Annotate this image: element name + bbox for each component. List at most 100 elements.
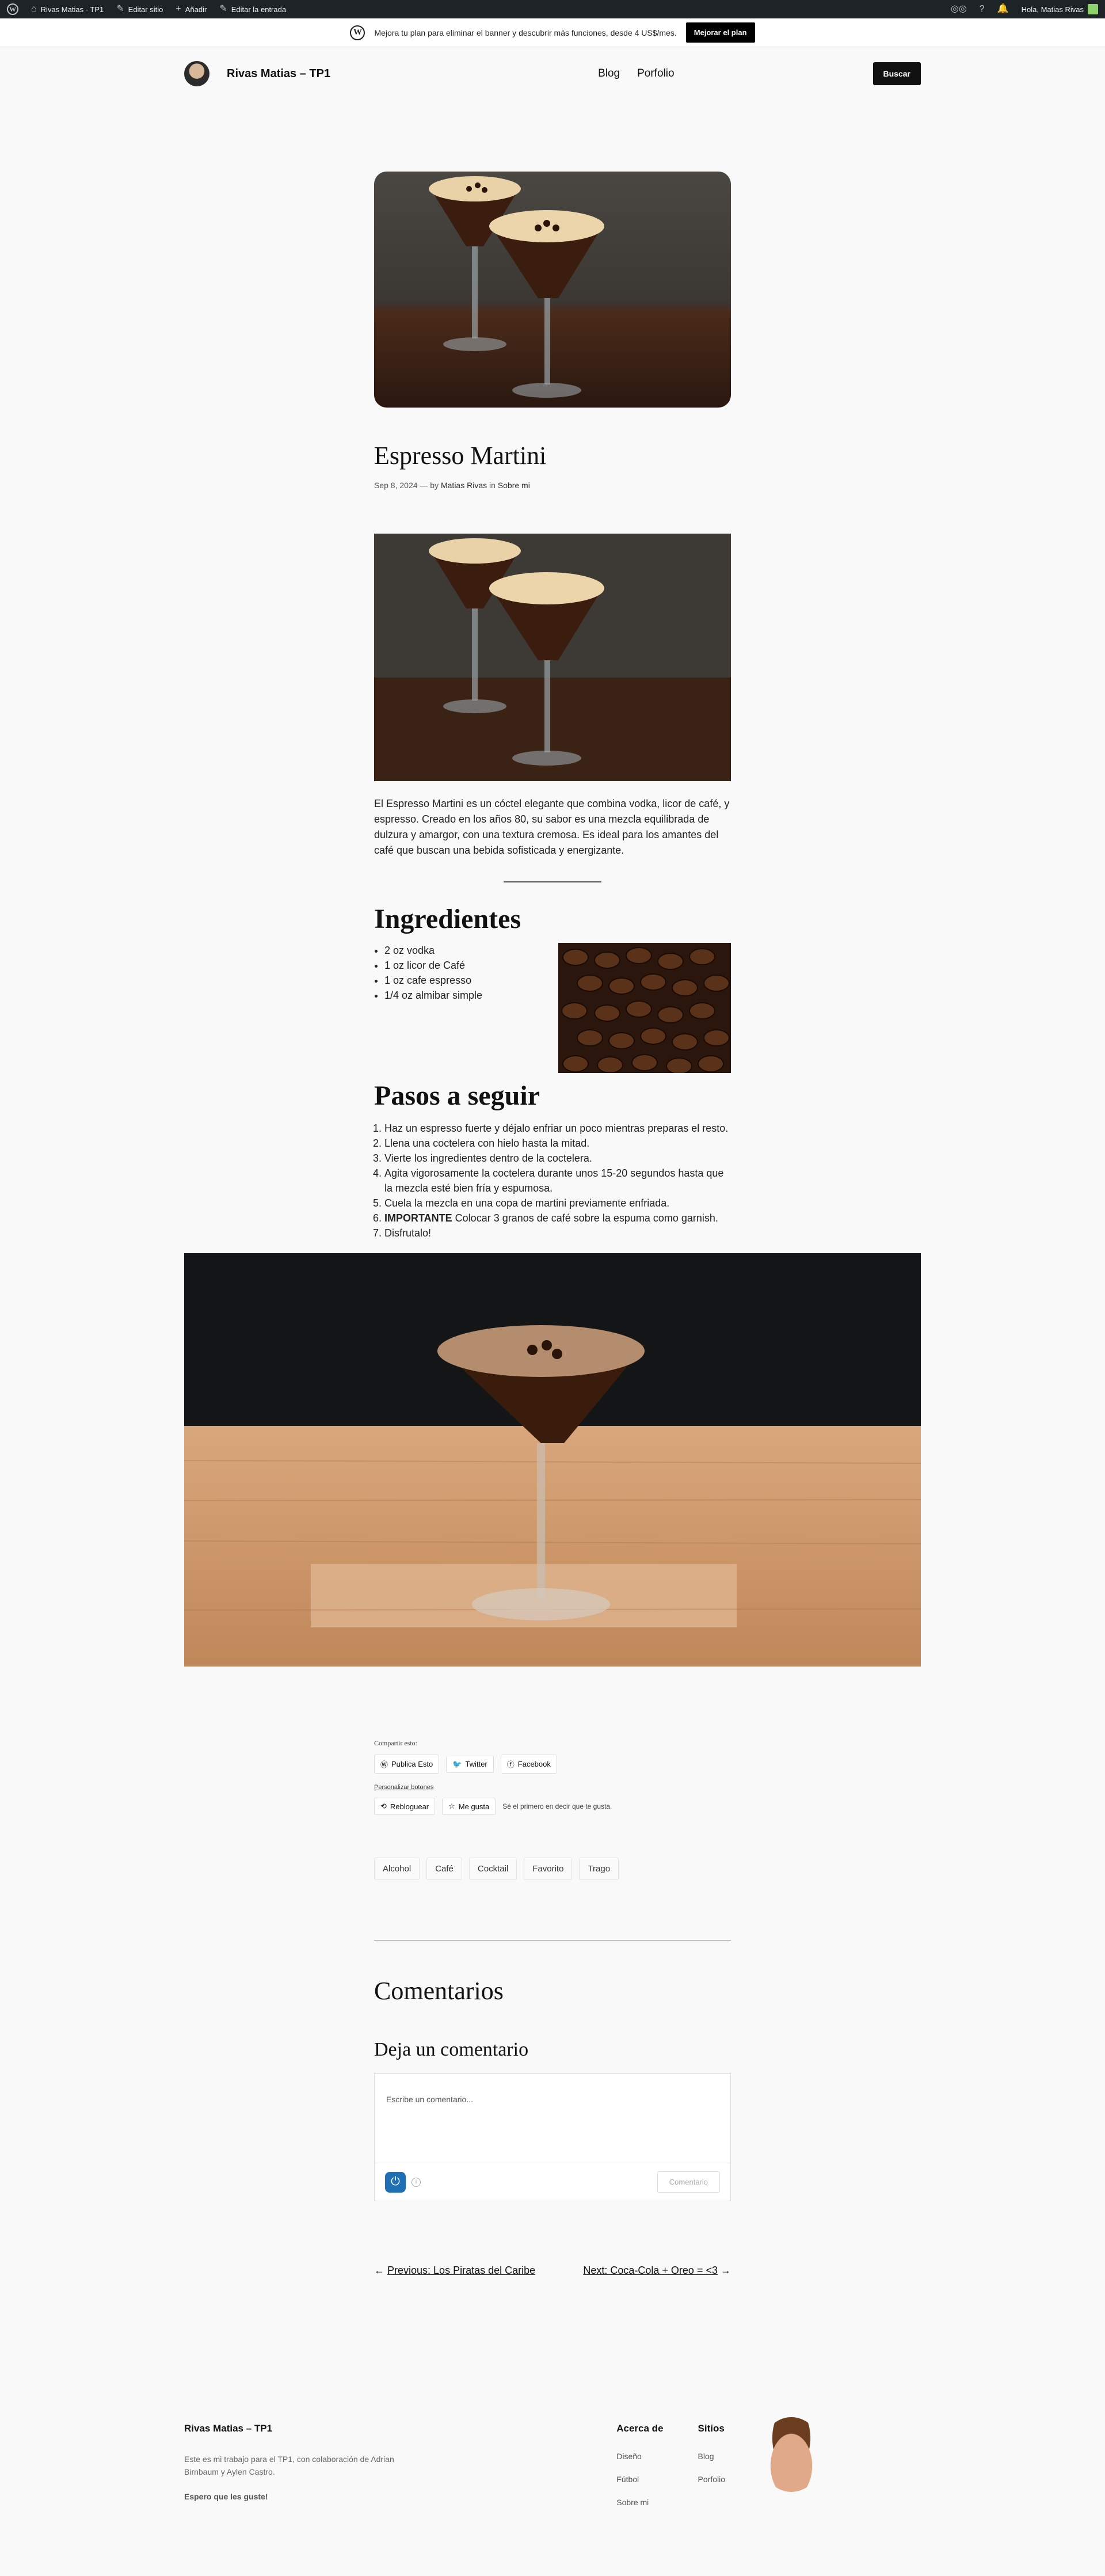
list-item: Agita vigorosamente la coctelera durante… — [384, 1166, 731, 1196]
search-button[interactable]: Buscar — [872, 62, 921, 85]
edit-site-label: Editar sitio — [128, 5, 163, 14]
submit-comment-button[interactable]: Comentario — [657, 2171, 720, 2193]
footer-link-porfolio[interactable]: Porfolio — [698, 2475, 725, 2484]
edit-post-link[interactable]: ✎ Editar la entrada — [219, 5, 286, 14]
brush-icon: ✎ — [116, 4, 124, 14]
post-intro: El Espresso Martini es un cóctel elegant… — [374, 798, 730, 856]
account-menu[interactable]: Hola, Matias Rivas — [1022, 4, 1098, 14]
twitter-icon: 🐦 — [452, 1759, 462, 1768]
list-item: Haz un espresso fuerte y déjalo enfriar … — [384, 1121, 731, 1136]
pencil-icon: ✎ — [219, 4, 227, 14]
post-meta: Sep 8, 2024 — by Matias Rivas in Sobre m… — [374, 481, 731, 490]
wordpress-logo-icon[interactable]: W — [7, 3, 18, 15]
wordpress-icon: Ⓦ — [380, 1760, 388, 1769]
home-icon: ⌂ — [31, 4, 37, 14]
post-content: Espresso Martini Sep 8, 2024 — by Matias… — [374, 172, 731, 1241]
footer-title[interactable]: Rivas Matias – TP1 — [184, 2423, 414, 2434]
nav-item-blog[interactable]: Blog — [598, 67, 620, 80]
steps-list: Haz un espresso fuerte y déjalo enfriar … — [374, 1121, 731, 1241]
tag-alcohol[interactable]: Alcohol — [374, 1858, 420, 1880]
post-author[interactable]: Matias Rivas — [441, 481, 487, 490]
info-icon[interactable]: i — [411, 2177, 421, 2187]
previous-post-link[interactable]: ← Previous: Los Piratas del Caribe — [374, 2265, 535, 2277]
steps-heading: Pasos a seguir — [374, 1080, 540, 1111]
comment-input-placeholder[interactable]: Escribe un comentario... — [386, 2095, 473, 2104]
site-footer: Rivas Matias – TP1 Este es mi trabajo pa… — [184, 2417, 921, 2521]
footer-link-futbol[interactable]: Fútbol — [616, 2475, 663, 2484]
page-bottom-spacer — [0, 2521, 1105, 2567]
list-item: 1 oz cafe espresso — [384, 973, 482, 988]
coffee-beans-image — [558, 943, 731, 1073]
tag-cafe[interactable]: Café — [426, 1858, 462, 1880]
plus-icon: + — [176, 4, 181, 14]
tag-list: Alcohol Café Cocktail Favorito Trago — [374, 1858, 731, 1880]
share-facebook-button[interactable]: ⓕ Facebook — [500, 1755, 557, 1774]
comment-form[interactable]: Escribe un comentario... ⏻ i Comentario — [374, 2073, 731, 2201]
banner-text: Mejora tu plan para eliminar el banner y… — [374, 28, 677, 37]
separator — [504, 881, 601, 882]
reader-icon[interactable]: ◎◎ — [951, 5, 967, 14]
list-item: 2 oz vodka — [384, 943, 482, 958]
wordpress-logo-icon: W — [350, 25, 365, 40]
admin-bar: W ⌂ Rivas Matias - TP1 ✎ Editar sitio + … — [0, 0, 1105, 18]
ingredients-list: 2 oz vodka 1 oz licor de Café 1 oz cafe … — [374, 943, 482, 1073]
important-label: IMPORTANTE — [384, 1212, 452, 1224]
footer-link-diseno[interactable]: Diseño — [616, 2452, 663, 2461]
share-label: Compartir esto: — [374, 1739, 417, 1747]
share-label-text: Facebook — [517, 1760, 551, 1768]
list-item: Disfrutalo! — [384, 1226, 731, 1241]
footer-col-sitios: Sitios Blog Porfolio — [698, 2423, 725, 2521]
footer-description: Este es mi trabajo para el TP1, con cola… — [184, 2455, 394, 2476]
site-logo[interactable] — [184, 61, 209, 86]
share-section: Compartir esto: Ⓦ Publica Esto 🐦 Twitter ⓕ… — [374, 1739, 731, 2277]
edit-site-link[interactable]: ✎ Editar sitio — [116, 5, 163, 14]
post-title: Espresso Martini — [374, 442, 547, 470]
featured-image — [374, 172, 731, 408]
list-item: Cuela la mezcla en una copa de martini p… — [384, 1196, 731, 1211]
admin-site-link[interactable]: ⌂ Rivas Matias - TP1 — [31, 5, 104, 14]
next-post-label: Next: Coca-Cola + Oreo = <3 — [583, 2265, 718, 2276]
share-publicize-button[interactable]: Ⓦ Publica Esto — [374, 1755, 440, 1774]
nav-item-porfolio[interactable]: Porfolio — [637, 67, 674, 80]
espresso-martini-photo-2 — [374, 534, 731, 781]
espresso-martini-photo — [374, 172, 731, 408]
like-label: Me gusta — [458, 1802, 490, 1811]
post-navigation: ← Previous: Los Piratas del Caribe Next:… — [374, 2265, 731, 2277]
ingredients-block: 2 oz vodka 1 oz licor de Café 1 oz cafe … — [374, 943, 731, 1073]
star-icon: ☆ — [448, 1802, 455, 1810]
leave-comment-heading: Deja un comentario — [374, 2039, 529, 2060]
tag-favorito[interactable]: Favorito — [524, 1858, 573, 1880]
notifications-bell-icon[interactable]: 🔔 — [997, 5, 1009, 14]
add-new-label: Añadir — [185, 5, 207, 14]
greeting-text: Hola, Matias Rivas — [1021, 5, 1084, 14]
add-new-link[interactable]: + Añadir — [176, 5, 207, 14]
next-post-link[interactable]: Next: Coca-Cola + Oreo = <3 → — [583, 2265, 731, 2277]
footer-link-blog[interactable]: Blog — [698, 2452, 725, 2461]
list-item: Vierte los ingredientes dentro de la coc… — [384, 1151, 731, 1166]
share-twitter-button[interactable]: 🐦 Twitter — [446, 1755, 494, 1773]
post-date[interactable]: Sep 8, 2024 — [374, 481, 418, 490]
site-header: Rivas Matias – TP1 Blog Porfolio Buscar — [184, 47, 921, 100]
list-item: IMPORTANTE Colocar 3 granos de café sobr… — [384, 1211, 731, 1226]
facebook-icon: ⓕ — [506, 1760, 515, 1769]
site-title[interactable]: Rivas Matias – TP1 — [227, 67, 330, 81]
customize-buttons-link[interactable]: Personalizar botones — [374, 1784, 731, 1791]
power-icon[interactable]: ⏻ — [385, 2171, 406, 2193]
reblog-label: Rebloguear — [390, 1802, 429, 1811]
footer-col-acerca: Acerca de Diseño Fútbol Sobre mi — [616, 2423, 663, 2521]
main-nav: Blog Porfolio — [598, 67, 674, 80]
post-category[interactable]: Sobre mi — [498, 481, 530, 490]
tag-trago[interactable]: Trago — [579, 1858, 619, 1880]
tag-cocktail[interactable]: Cocktail — [468, 1858, 517, 1880]
list-item: 1/4 oz almibar simple — [384, 988, 482, 1003]
upgrade-plan-button[interactable]: Mejorar el plan — [685, 22, 755, 43]
list-item: Llena una coctelera con hielo hasta la m… — [384, 1136, 731, 1151]
reblog-icon: ⟲ — [380, 1802, 387, 1810]
help-icon[interactable]: ? — [980, 5, 985, 14]
footer-link-sobre-mi[interactable]: Sobre mi — [616, 2498, 663, 2507]
like-button[interactable]: ☆ Me gusta — [442, 1798, 496, 1815]
share-label-text: Twitter — [465, 1760, 487, 1768]
like-note: Sé el primero en decir que te gusta. — [502, 1802, 612, 1810]
comments-heading: Comentarios — [374, 1977, 504, 2005]
reblog-button[interactable]: ⟲ Rebloguear — [374, 1798, 436, 1815]
